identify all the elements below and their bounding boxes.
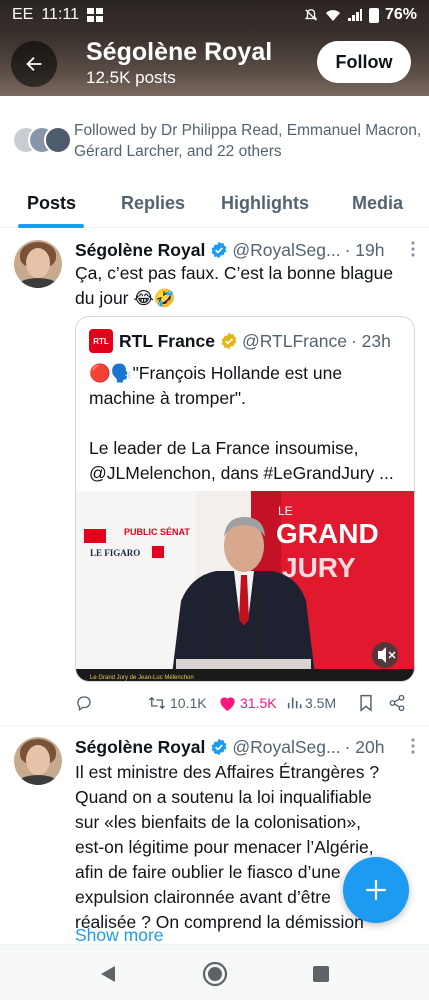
tab-posts[interactable]: Posts: [27, 178, 76, 228]
rtl-logo: RTL: [89, 329, 113, 353]
retweet-count: 10.1K: [170, 695, 207, 711]
follower-avatar: [44, 126, 72, 154]
tweet-actions: 10.1K 31.5K 3.5M: [75, 691, 415, 715]
retweet-icon: [149, 696, 165, 710]
back-button[interactable]: [11, 41, 57, 87]
quoted-handle: @RTLFrance: [241, 330, 347, 351]
triangle-back-icon: [101, 966, 115, 982]
tab-highlights[interactable]: Highlights: [221, 178, 309, 228]
tweet-author-name[interactable]: Ségolène Royal: [75, 240, 205, 261]
signal-icon: [347, 9, 362, 21]
m-logo: [152, 546, 164, 558]
tweet-text: Ça, c’est pas faux. C’est la bonne blagu…: [75, 261, 411, 311]
quoted-text-line: Le leader de La France insoumise,: [89, 438, 359, 458]
like-button[interactable]: 31.5K: [218, 691, 277, 715]
microphone: [256, 596, 260, 666]
grand-jury-title-top: LE: [278, 504, 293, 518]
retweet-button[interactable]: 10.1K: [147, 691, 207, 715]
clock: 11:11: [41, 6, 80, 23]
profile-header: Ségolène Royal 12.5K posts Follow: [0, 30, 429, 96]
quoted-text-blank: [89, 411, 407, 436]
tweet-handle: @RoyalSeg...: [232, 239, 341, 260]
active-tab-indicator: [18, 224, 84, 228]
windows-icon: [87, 8, 104, 22]
tweet-text-line: Il est ministre des Affaires Étrangères …: [75, 762, 380, 782]
grand-jury-title-bottom: JURY: [282, 552, 356, 583]
plus-icon: [366, 880, 386, 900]
mute-bell-icon: [304, 9, 318, 21]
square-recents-icon: [313, 966, 329, 982]
verified-badge-icon: [211, 241, 227, 259]
tweet-text-line: Ça, c’est pas faux. C’est la bonne blagu…: [75, 263, 394, 283]
nav-home-button[interactable]: [200, 959, 230, 989]
gold-verified-badge-icon: [221, 332, 237, 350]
tweet-author-name[interactable]: Ségolène Royal: [75, 737, 205, 758]
quoted-time: · 23h: [350, 330, 391, 351]
tweet-text-line: est-on légitime pour menacer l’Algérie,: [75, 837, 374, 857]
arrow-left-icon: [26, 56, 42, 72]
wifi-icon: [325, 10, 340, 21]
post-count: 12.5K posts: [86, 68, 176, 87]
followed-by[interactable]: Followed by Dr Philippa Read, Emmanuel M…: [12, 120, 422, 162]
tweet-time: · 20h: [344, 736, 385, 757]
heart-filled-icon: [220, 697, 235, 711]
follow-button[interactable]: Follow: [317, 41, 411, 83]
verified-badge-icon: [211, 738, 227, 756]
microphone: [211, 596, 215, 666]
views-count: 3.5M: [305, 695, 337, 711]
tab-replies[interactable]: Replies: [121, 178, 185, 228]
carrier-label: EE: [12, 6, 34, 23]
quoted-tweet[interactable]: RTL RTL France @RTLFrance · 23h 🔴🗣️"Fran…: [75, 316, 415, 682]
grand-jury-title: GRAND: [276, 518, 379, 549]
video-caption: Le Grand Jury de Jean-Luc Mélenchon: [90, 675, 194, 681]
reply-icon: [77, 696, 91, 712]
share-button[interactable]: [388, 691, 406, 715]
rtl-small-logo: [84, 529, 106, 543]
tweet-time: · 19h: [344, 239, 385, 260]
video-frame: PUBLIC SÉNAT LE FIGARO LE GRAND JURY Le …: [76, 491, 414, 681]
share-icon: [389, 694, 405, 712]
status-bar: EE 11:11 76%: [0, 0, 429, 30]
quoted-text-line: machine à tromper".: [89, 388, 246, 408]
more-options-icon[interactable]: [411, 738, 415, 754]
quoted-text: 🔴🗣️"François Hollande est une machine à …: [89, 361, 407, 486]
avatar[interactable]: [14, 240, 62, 288]
public-senat-label: PUBLIC SÉNAT: [124, 527, 190, 537]
profile-name: Ségolène Royal: [86, 38, 273, 66]
quoted-video[interactable]: PUBLIC SÉNAT LE FIGARO LE GRAND JURY Le …: [76, 491, 414, 681]
show-more-link[interactable]: Show more: [75, 925, 164, 946]
tab-media[interactable]: Media: [352, 178, 403, 228]
views-button[interactable]: 3.5M: [286, 691, 336, 715]
reply-button[interactable]: [75, 691, 93, 715]
tweet-text-line: Quand on a soutenu la loi inqualifiable: [75, 787, 372, 807]
bookmark-icon: [360, 694, 372, 712]
tweet[interactable]: Ségolène Royal @RoyalSeg... · 19h Ça, c’…: [0, 237, 429, 725]
circle-home-icon: [202, 961, 228, 987]
bookmark-button[interactable]: [358, 691, 374, 715]
system-nav-bar: [0, 944, 429, 1000]
battery-level: 76%: [384, 6, 417, 23]
profile-tabs: Posts Replies Highlights Media: [0, 178, 429, 228]
tweet-text-line: du jour 😂🤣: [75, 288, 176, 308]
quoted-author-name: RTL France: [119, 330, 215, 351]
nav-recents-button[interactable]: [306, 959, 336, 989]
nav-back-button[interactable]: [93, 959, 123, 989]
battery-icon: [368, 7, 379, 23]
tweet-divider: [0, 725, 429, 726]
le-figaro-label: LE FIGARO: [90, 548, 140, 558]
quoted-text-line: 🔴🗣️"François Hollande est une: [89, 363, 343, 383]
tweet-handle: @RoyalSeg...: [232, 736, 341, 757]
desk: [176, 659, 311, 669]
followed-by-text: Followed by Dr Philippa Read, Emmanuel M…: [74, 122, 422, 160]
like-count: 31.5K: [240, 695, 277, 711]
avatar[interactable]: [14, 737, 62, 785]
tweet-text-line: sur «les bienfaits de la colonisation»,: [75, 812, 362, 832]
quoted-text-line: @JLMelenchon, dans #LeGrandJury ...: [89, 463, 394, 483]
follower-avatars: [12, 120, 72, 160]
views-bar-chart-icon: [287, 697, 302, 709]
more-options-icon[interactable]: [411, 241, 415, 257]
compose-button[interactable]: [343, 857, 409, 923]
